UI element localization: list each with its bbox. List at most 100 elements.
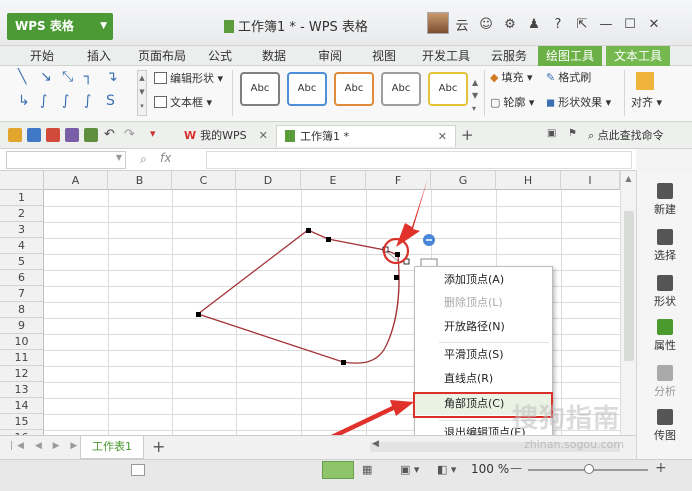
tab-developer[interactable]: 开发工具 [416,46,476,66]
save-icon[interactable] [27,128,41,142]
edit-shape-button[interactable]: 编辑形状 ▾ [154,70,223,88]
menu-item-smooth-vertex[interactable]: 平滑顶点(S) [415,344,552,366]
close-button[interactable]: ✕ [645,17,663,32]
freeform-icon[interactable]: S [106,93,115,109]
tab-page-layout[interactable]: 页面布局 [130,46,194,66]
scrollbar-thumb[interactable] [624,211,634,361]
doc-list-icon[interactable]: ▣ [547,128,556,139]
shape-style-2[interactable]: Abc [287,72,327,106]
tab-review[interactable]: 审阅 [308,46,352,66]
add-sheet-button[interactable]: + [152,437,165,456]
task-new-button[interactable]: 新建 [637,183,692,217]
format-brush-button[interactable]: ✎ 格式刷 [546,69,591,87]
macro-icon[interactable] [131,464,145,476]
doc-tab-workbook1[interactable]: 工作簿1 * ✕ [276,125,456,147]
undo-icon[interactable]: ↶ [104,127,115,142]
tab-view[interactable]: 视图 [362,46,406,66]
normal-view-button[interactable] [322,461,354,479]
freeform-shape[interactable] [196,229,400,364]
tab-text-tools[interactable]: 文本工具 [606,46,670,66]
collapse-icon[interactable]: ⇱ [573,17,591,32]
print-preview-icon[interactable] [84,128,98,142]
vertex-handle[interactable] [196,312,201,317]
selected-vertex-handle[interactable] [395,252,400,257]
task-shape-button[interactable]: 形状 [637,275,692,309]
avatar[interactable] [427,12,449,34]
maximize-button[interactable]: ☐ [621,17,639,32]
text-box-button[interactable]: 文本框 ▾ [154,94,212,112]
function-button[interactable]: fx [160,151,171,165]
shape-style-1[interactable]: Abc [240,72,280,106]
tab-data[interactable]: 数据 [252,46,296,66]
customize-quickbar-icon[interactable]: ▾ [150,127,156,140]
scroll-left-icon[interactable]: ◀ [372,439,379,449]
zoom-level[interactable]: 100 % [471,462,509,476]
skin-icon[interactable]: ☺ [477,17,495,32]
formula-input[interactable] [206,151,632,169]
elbow-double-icon[interactable]: ↳ [18,93,30,109]
help-button[interactable]: ? [549,17,567,32]
menu-item-straight-point[interactable]: 直线点(R) [415,368,552,390]
vertex-handle[interactable] [341,360,346,365]
menu-item-add-vertex[interactable]: 添加顶点(A) [415,269,552,291]
tab-formula[interactable]: 公式 [200,46,240,66]
reading-mode-icon[interactable]: ◧ ▾ [437,463,456,476]
curve-double-icon[interactable]: ∫ [84,93,91,109]
minimize-button[interactable]: — [597,17,615,32]
open-folder-icon[interactable] [8,128,22,142]
align-button[interactable]: 对齐 ▾ [631,94,662,112]
arrow-line-icon[interactable]: ↘ [40,69,52,85]
vertex-handle[interactable] [306,228,311,233]
command-search[interactable]: ⌕ 点此查找命令 [588,127,664,143]
app-menu-button[interactable]: WPS 表格 ▼ [7,13,113,40]
tab-cloud[interactable]: 云服务 [484,46,534,66]
curve-connector-icon[interactable]: ∫ [40,93,47,109]
task-send-image-button[interactable]: 传图 [637,409,692,443]
name-box[interactable]: ▼ [6,151,126,169]
close-icon[interactable]: ✕ [438,126,447,148]
vertical-scrollbar[interactable]: ▲ [620,171,636,435]
task-properties-button[interactable]: 属性 [637,319,692,353]
export-pdf-icon[interactable] [46,128,60,142]
shape-style-4[interactable]: Abc [381,72,421,106]
fill-button[interactable]: ◆ 填充 ▾ [490,69,533,87]
tab-drawing-tools[interactable]: 绘图工具 [538,46,602,66]
task-select-button[interactable]: 选择 [637,229,692,263]
curve-arrow-icon[interactable]: ∫ [62,93,69,109]
outline-button[interactable]: ▢ 轮廓 ▾ [490,94,534,112]
style-gallery-scroll[interactable]: ▲ ▼ ▾ [472,76,478,115]
close-icon[interactable]: ✕ [259,129,268,142]
page-break-view-icon[interactable]: ▣ ▾ [400,463,419,476]
scroll-up-icon[interactable]: ▲ [621,174,636,183]
redo-icon[interactable]: ↷ [124,127,135,142]
zoom-slider-thumb[interactable] [584,464,594,474]
shape-gallery-scroll[interactable]: ▲ ▼ ▾ [137,70,147,116]
elbow-arrow-icon[interactable]: ↴ [106,69,118,85]
tab-insert[interactable]: 插入 [76,46,122,66]
menu-item-open-path[interactable]: 开放路径(N) [415,316,552,338]
user-label[interactable]: 云 [453,15,471,34]
new-tab-button[interactable]: + [461,126,474,144]
shirt-icon[interactable]: ♟ [525,17,543,32]
elbow-connector-icon[interactable]: ┐ [84,69,92,85]
vertex-handle[interactable] [394,275,399,280]
shape-style-5[interactable]: Abc [428,72,468,106]
sheet-tab-1[interactable]: 工作表1 [80,436,144,459]
zoom-magnifier-icon[interactable]: ⌕ [140,152,147,167]
pin-icon[interactable]: ⚑ [568,128,577,139]
zoom-out-button[interactable]: — [510,461,522,475]
vertex-handle[interactable] [326,237,331,242]
page-layout-view-icon[interactable]: ▦ [362,463,372,476]
shape-effect-button[interactable]: ◼ 形状效果 ▾ [546,94,611,112]
doc-tab-my-wps[interactable]: W 我的WPS ✕ [176,125,276,147]
shape-style-3[interactable]: Abc [334,72,374,106]
line-icon[interactable]: ╲ [18,69,26,85]
tab-start[interactable]: 开始 [18,46,66,66]
sheet-nav-arrows[interactable]: |◀ ◀ ▶ ▶| [10,441,88,451]
task-analyze-button[interactable]: 分析 [637,365,692,399]
zoom-in-button[interactable]: + [655,460,667,476]
print-icon[interactable] [65,128,79,142]
settings-icon[interactable]: ⚙ [501,17,519,32]
double-arrow-icon[interactable]: ⤡ [62,69,73,85]
chevron-down-icon[interactable]: ▼ [116,153,122,162]
